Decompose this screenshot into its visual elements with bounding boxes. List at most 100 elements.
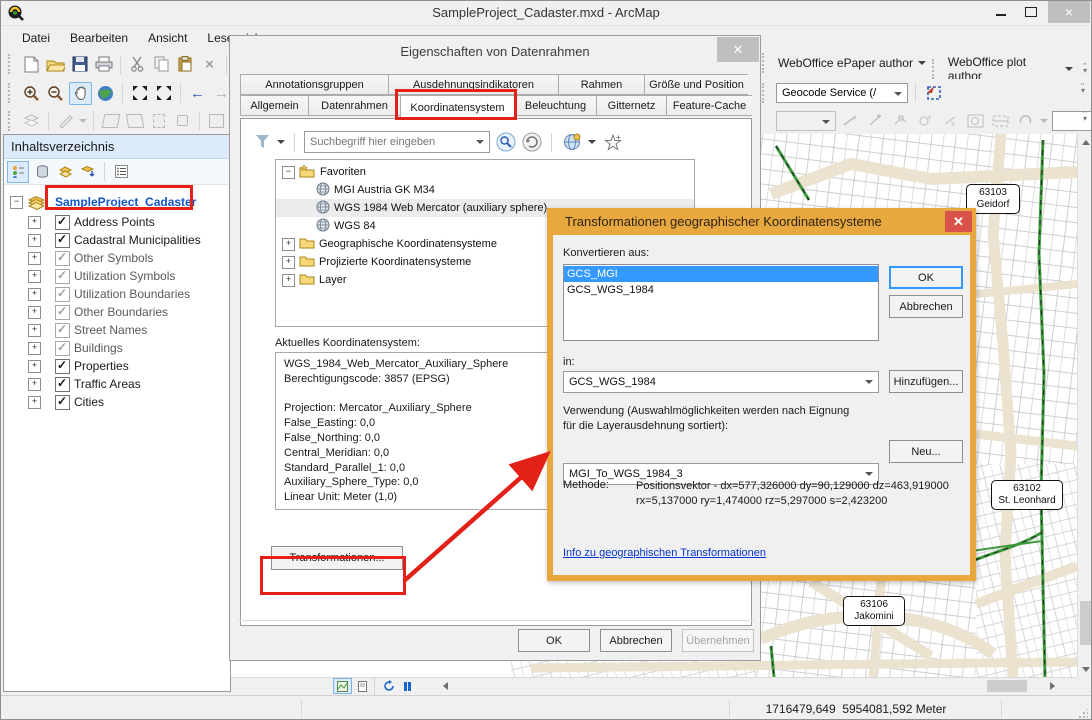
- scroll-right-button[interactable]: [1045, 678, 1059, 694]
- tab[interactable]: Größe und Position: [644, 74, 748, 95]
- layer-visibility-checkbox[interactable]: [55, 287, 70, 302]
- cs-tree-row[interactable]: Favoriten: [276, 163, 694, 181]
- vertical-scroll-thumb[interactable]: [1080, 601, 1091, 645]
- tab[interactable]: Beleuchtung: [514, 95, 596, 116]
- layer-visibility-checkbox[interactable]: [55, 359, 70, 374]
- layer-visibility-checkbox[interactable]: [55, 251, 70, 266]
- expand-expander[interactable]: [28, 324, 41, 337]
- zoom-in-button[interactable]: [21, 83, 42, 104]
- tab[interactable]: Feature-Cache: [666, 95, 752, 116]
- open-button[interactable]: [45, 54, 66, 75]
- menu-item[interactable]: Bearbeiten: [61, 28, 137, 48]
- minimize-button[interactable]: [986, 1, 1016, 23]
- toc-layer-row[interactable]: Cadastral Municipalities: [4, 231, 230, 249]
- delete-button[interactable]: ×: [199, 54, 220, 75]
- locate-address-button[interactable]: [923, 82, 944, 103]
- toc-layer-row[interactable]: Utilization Symbols: [4, 267, 230, 285]
- print-button[interactable]: [93, 54, 114, 75]
- horizontal-scroll-thumb[interactable]: [987, 680, 1027, 692]
- chevron-down-icon[interactable]: [588, 140, 596, 144]
- toolbar-overflow[interactable]: ''▾: [1079, 65, 1091, 73]
- listbox-item[interactable]: GCS_WGS_1984: [564, 282, 878, 298]
- ok-button[interactable]: OK: [889, 266, 963, 289]
- dialog-close-button[interactable]: ✕: [945, 211, 972, 232]
- layer-visibility-checkbox[interactable]: [55, 341, 70, 356]
- collapse-expander[interactable]: [10, 196, 23, 209]
- pause-drawing-button[interactable]: [399, 679, 416, 693]
- toc-layer-row[interactable]: Address Points: [4, 213, 230, 231]
- layer-visibility-checkbox[interactable]: [55, 395, 70, 410]
- fixed-zoom-in-button[interactable]: [129, 83, 150, 104]
- toc-layer-row[interactable]: Properties: [4, 357, 230, 375]
- layer-visibility-checkbox[interactable]: [55, 377, 70, 392]
- tab[interactable]: Koordinatensystem: [400, 95, 514, 119]
- dialog-close-button[interactable]: ✕: [717, 37, 759, 62]
- expand-expander[interactable]: [28, 360, 41, 373]
- toc-layer-row[interactable]: Cities: [4, 393, 230, 411]
- expand-expander[interactable]: [28, 288, 41, 301]
- scroll-left-button[interactable]: [438, 678, 452, 694]
- weboffice-epaper-dropdown[interactable]: WebOffice ePaper author: [776, 54, 928, 72]
- expand-expander[interactable]: [28, 252, 41, 265]
- search-button[interactable]: [496, 132, 516, 152]
- add-to-favorites-button[interactable]: +: [602, 132, 623, 153]
- expand-expander[interactable]: [28, 378, 41, 391]
- transformations-button[interactable]: Transformationen...: [271, 546, 403, 570]
- transformations-info-link[interactable]: Info zu geographischen Transformationen: [563, 547, 766, 559]
- list-by-visibility-button[interactable]: [55, 162, 75, 182]
- full-extent-button[interactable]: [95, 83, 116, 104]
- toc-layer-row[interactable]: Utilization Boundaries: [4, 285, 230, 303]
- cs-tree-row[interactable]: MGI Austria GK M34: [276, 181, 694, 199]
- paste-button[interactable]: [175, 54, 196, 75]
- toolbar-overflow[interactable]: ''▾: [1077, 85, 1089, 93]
- close-button[interactable]: ×: [1048, 1, 1090, 23]
- pan-tool-button[interactable]: [69, 82, 92, 105]
- expand-expander[interactable]: [28, 216, 41, 229]
- layer-visibility-checkbox[interactable]: [55, 305, 70, 320]
- expand-expander[interactable]: [28, 342, 41, 355]
- tab[interactable]: Annotationsgruppen: [240, 74, 388, 95]
- tree-expander[interactable]: [282, 256, 295, 269]
- chevron-down-icon[interactable]: [277, 140, 285, 144]
- listbox-item[interactable]: GCS_MGI: [564, 266, 878, 282]
- ok-button[interactable]: OK: [518, 629, 590, 652]
- in-combobox[interactable]: GCS_WGS_1984: [563, 371, 879, 393]
- tree-expander[interactable]: [282, 274, 295, 287]
- toc-layer-row[interactable]: Buildings: [4, 339, 230, 357]
- scroll-down-button[interactable]: [1078, 661, 1092, 677]
- toc-options-button[interactable]: [111, 162, 131, 182]
- tree-expander[interactable]: [282, 166, 295, 179]
- toolbar-overflow[interactable]: ''▾: [1079, 113, 1091, 121]
- expand-expander[interactable]: [28, 234, 41, 247]
- tab[interactable]: Ausdehnungsindikatoren: [388, 74, 558, 95]
- scroll-up-button[interactable]: [1078, 134, 1092, 150]
- toc-root-label[interactable]: SampleProject_Cadaster: [51, 194, 200, 210]
- cancel-button[interactable]: Abbrechen: [600, 629, 672, 652]
- layer-visibility-checkbox[interactable]: [55, 215, 70, 230]
- expand-expander[interactable]: [28, 306, 41, 319]
- list-by-drawing-order-button[interactable]: [7, 161, 29, 183]
- layer-visibility-checkbox[interactable]: [55, 269, 70, 284]
- layer-visibility-checkbox[interactable]: [55, 323, 70, 338]
- list-by-source-button[interactable]: [32, 162, 52, 182]
- reset-search-button[interactable]: [522, 132, 542, 152]
- expand-expander[interactable]: [28, 270, 41, 283]
- coordinate-search-combobox[interactable]: [304, 131, 490, 153]
- resize-grip[interactable]: [1078, 709, 1088, 719]
- maximize-button[interactable]: [1016, 1, 1046, 23]
- tab[interactable]: Allgemein: [240, 95, 308, 116]
- expand-expander[interactable]: [28, 396, 41, 409]
- tree-expander[interactable]: [282, 238, 295, 251]
- toc-root-row[interactable]: SampleProject_Cadaster: [4, 191, 230, 213]
- map-vertical-scrollbar[interactable]: [1077, 134, 1092, 677]
- back-extent-button[interactable]: ←: [187, 83, 208, 104]
- data-view-button[interactable]: [333, 678, 352, 694]
- spatial-filter-globe-button[interactable]: [561, 132, 582, 153]
- list-by-selection-button[interactable]: [78, 162, 98, 182]
- convert-from-listbox[interactable]: GCS_MGIGCS_WGS_1984: [563, 264, 879, 341]
- layout-view-button[interactable]: [354, 679, 371, 693]
- new-document-button[interactable]: [21, 54, 42, 75]
- add-button[interactable]: Hinzufügen...: [889, 370, 963, 393]
- toc-layer-row[interactable]: Other Symbols: [4, 249, 230, 267]
- toc-layer-row[interactable]: Street Names: [4, 321, 230, 339]
